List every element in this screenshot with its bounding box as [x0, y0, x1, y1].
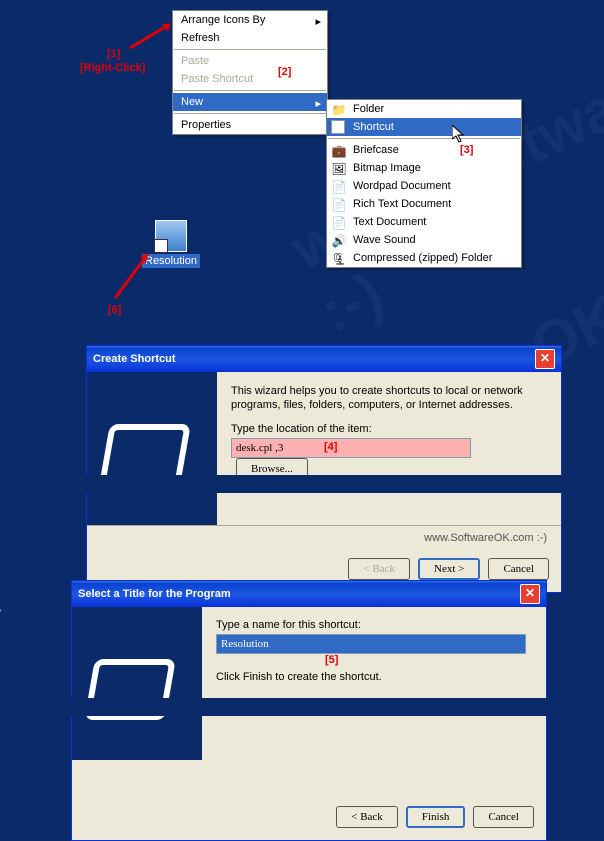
submenu-label: Wordpad Document — [353, 180, 451, 192]
wave-icon: 🔊 — [331, 233, 347, 249]
annotation-5: [5] — [325, 654, 338, 666]
submenu-bitmap[interactable]: 🖼 Bitmap Image — [327, 159, 521, 177]
wizard-description: This wizard helps you to create shortcut… — [231, 384, 547, 413]
chevron-right-icon: ▸ — [315, 97, 321, 110]
wizard-banner — [87, 372, 217, 525]
new-submenu: 📁 Folder ↗ Shortcut 💼 Briefcase 🖼 Bitmap… — [326, 99, 522, 268]
name-input[interactable] — [216, 634, 526, 654]
annotation-4: [4] — [324, 441, 337, 453]
chevron-right-icon: ▸ — [315, 15, 321, 28]
finish-hint: Click Finish to create the shortcut. — [216, 670, 532, 684]
arrow-icon — [100, 250, 160, 300]
next-button[interactable]: Next > — [418, 558, 480, 580]
submenu-label: Text Document — [353, 216, 426, 228]
cancel-button[interactable]: Cancel — [488, 558, 549, 580]
wizard-graphic-icon — [80, 647, 190, 737]
finish-button[interactable]: Finish — [406, 806, 466, 828]
cursor-icon — [452, 125, 468, 150]
close-button[interactable]: ✕ — [535, 349, 555, 369]
shortcut-icon: ↗ — [331, 120, 345, 134]
titlebar[interactable]: Select a Title for the Program ✕ — [72, 581, 546, 607]
submenu-label: Rich Text Document — [353, 198, 451, 210]
menu-separator — [174, 49, 326, 50]
menu-paste-shortcut: Paste Shortcut — [173, 70, 327, 88]
submenu-zip[interactable]: 🗜 Compressed (zipped) Folder — [327, 249, 521, 267]
annotation-1: [1] — [107, 48, 120, 60]
dialog-title: Select a Title for the Program — [78, 588, 231, 600]
wizard-banner — [72, 607, 202, 760]
display-settings-icon — [155, 220, 187, 252]
submenu-label: Briefcase — [353, 144, 399, 156]
menu-new[interactable]: New ▸ — [173, 93, 327, 111]
submenu-folder[interactable]: 📁 Folder — [327, 100, 521, 118]
footer-text: www.SoftwareOK.com :-) — [87, 525, 561, 550]
folder-icon: 📁 — [331, 102, 347, 118]
submenu-wav[interactable]: 🔊 Wave Sound — [327, 231, 521, 249]
menu-separator — [174, 90, 326, 91]
close-button[interactable]: ✕ — [520, 584, 540, 604]
submenu-wordpad[interactable]: 📄 Wordpad Document — [327, 177, 521, 195]
location-label: Type the location of the item: — [231, 423, 547, 435]
menu-separator — [174, 113, 326, 114]
menu-arrange-icons[interactable]: Arrange Icons By ▸ — [173, 11, 327, 29]
context-menu: Arrange Icons By ▸ Refresh Paste Paste S… — [172, 10, 328, 135]
submenu-briefcase[interactable]: 💼 Briefcase — [327, 141, 521, 159]
menu-properties[interactable]: Properties — [173, 116, 327, 134]
button-row: < Back Finish Cancel — [72, 798, 546, 840]
annotation-right-click: [Right-Click] — [80, 62, 145, 74]
submenu-txt[interactable]: 📄 Text Document — [327, 213, 521, 231]
name-label: Type a name for this shortcut: — [216, 619, 532, 631]
briefcase-icon: 💼 — [331, 143, 347, 159]
submenu-label: Bitmap Image — [353, 162, 421, 174]
menu-label: New — [181, 96, 203, 108]
annotation-6: [6] — [108, 304, 121, 316]
submenu-label: Compressed (zipped) Folder — [353, 252, 492, 264]
menu-refresh[interactable]: Refresh — [173, 29, 327, 47]
submenu-label: Shortcut — [353, 121, 394, 133]
menu-separator — [328, 138, 520, 139]
watermark-vertical: www.SoftwareOK.com :-) — [0, 606, 2, 797]
annotation-2: [2] — [278, 66, 291, 78]
submenu-shortcut[interactable]: ↗ Shortcut — [327, 118, 521, 136]
cancel-button[interactable]: Cancel — [473, 806, 534, 828]
back-button: < Back — [348, 558, 410, 580]
submenu-label: Wave Sound — [353, 234, 416, 246]
titlebar[interactable]: Create Shortcut ✕ — [87, 346, 561, 372]
dialog-title: Create Shortcut — [93, 353, 176, 365]
menu-paste: Paste — [173, 52, 327, 70]
dark-stripe — [0, 698, 604, 716]
wordpad-icon: 📄 — [331, 179, 347, 195]
rtf-icon: 📄 — [331, 197, 347, 213]
menu-label: Arrange Icons By — [181, 14, 265, 26]
submenu-rtf[interactable]: 📄 Rich Text Document — [327, 195, 521, 213]
submenu-label: Folder — [353, 103, 384, 115]
arrow-icon — [120, 20, 180, 50]
dark-stripe — [0, 475, 604, 493]
bitmap-icon: 🖼 — [331, 161, 347, 177]
txt-icon: 📄 — [331, 215, 347, 231]
zip-icon: 🗜 — [331, 251, 347, 267]
location-input[interactable] — [231, 438, 471, 458]
create-shortcut-dialog: Create Shortcut ✕ This wizard helps you … — [86, 345, 562, 593]
back-button[interactable]: < Back — [336, 806, 398, 828]
